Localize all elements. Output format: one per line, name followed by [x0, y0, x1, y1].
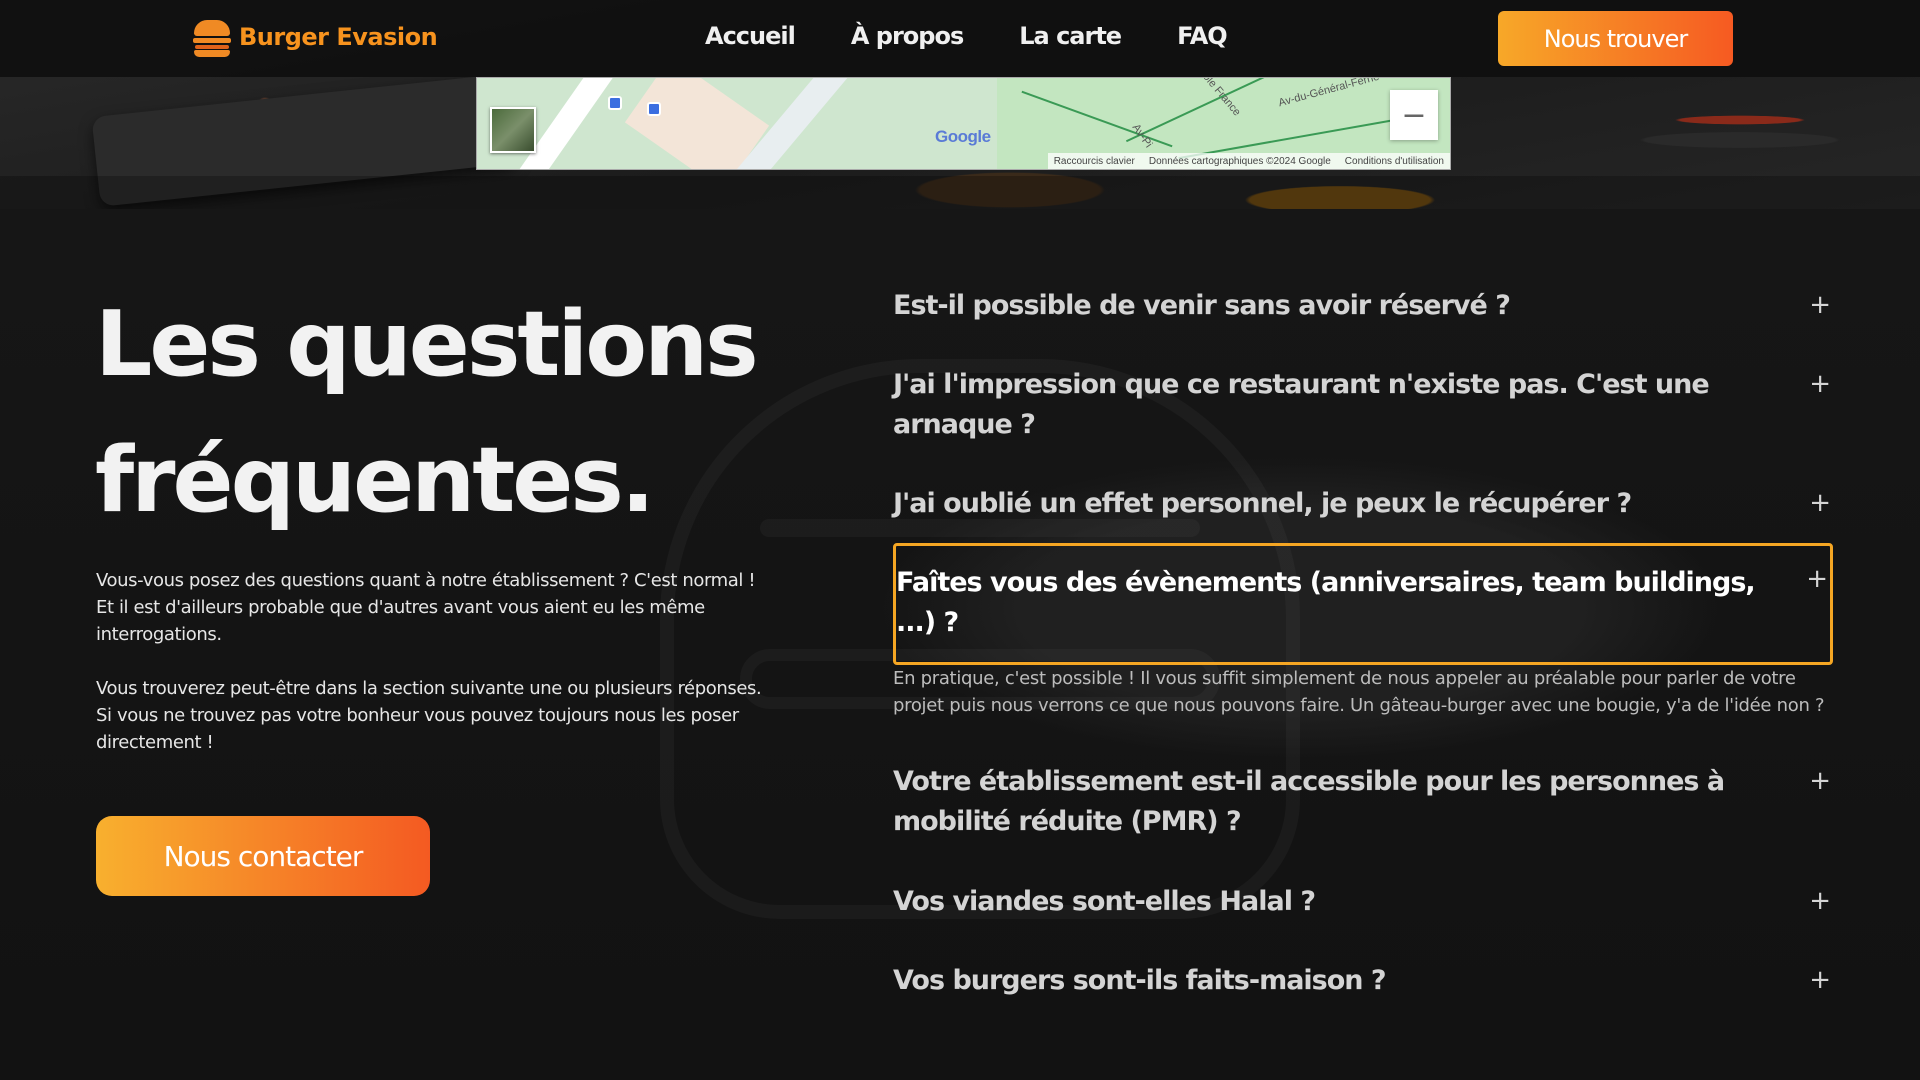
faq-question[interactable]: Vos viandes sont-elles Halal ?	[893, 882, 1833, 922]
bus-stop-icon[interactable]	[608, 96, 622, 110]
navbar: Burger Evasion Accueil À propos La carte…	[0, 0, 1920, 77]
faq-item-open[interactable]: Faîtes vous des évènements (anniversaire…	[893, 543, 1833, 665]
burger-icon	[193, 17, 231, 57]
intro-paragraph: Vous trouverez peut-être dans la section…	[96, 678, 762, 753]
expand-plus-icon[interactable]: +	[1809, 290, 1831, 320]
faq-answer: En pratique, c'est possible ! Il vous su…	[893, 668, 1825, 716]
nav-link-accueil[interactable]: Accueil	[705, 22, 796, 50]
faq-item[interactable]: Vos viandes sont-elles Halal ? +	[893, 882, 1833, 922]
faq-section: Les questions fréquentes. Vous-vous pose…	[0, 209, 1920, 1080]
nav-link-la-carte[interactable]: La carte	[1019, 22, 1122, 50]
brand-name: Burger Evasion	[239, 23, 438, 51]
bus-stop-icon[interactable]	[647, 102, 661, 116]
google-logo: Google	[935, 127, 991, 146]
faq-question[interactable]: Faîtes vous des évènements (anniversaire…	[896, 546, 1830, 643]
faq-question[interactable]: Vos burgers sont-ils faits-maison ?	[893, 961, 1833, 1001]
nav-link-a-propos[interactable]: À propos	[851, 22, 964, 50]
satellite-view-toggle[interactable]	[490, 107, 536, 153]
faq-item[interactable]: J'ai l'impression que ce restaurant n'ex…	[893, 365, 1833, 445]
faq-item[interactable]: Est-il possible de venir sans avoir rése…	[893, 286, 1833, 326]
expand-plus-icon[interactable]: +	[1809, 766, 1831, 796]
faq-item[interactable]: J'ai oublié un effet personnel, je peux …	[893, 484, 1833, 524]
nav-link-faq[interactable]: FAQ	[1177, 22, 1228, 50]
faq-item[interactable]: Vos burgers sont-ils faits-maison ? +	[893, 961, 1833, 1001]
faq-question[interactable]: Est-il possible de venir sans avoir rése…	[893, 286, 1833, 326]
brand-logo-link[interactable]: Burger Evasion	[193, 17, 438, 57]
map-zoom-out-button[interactable]: −	[1390, 90, 1438, 140]
hero-bottom-shade	[0, 176, 1920, 209]
expand-plus-icon[interactable]: +	[1809, 488, 1831, 518]
faq-question[interactable]: J'ai l'impression que ce restaurant n'ex…	[893, 365, 1833, 445]
section-intro: Vous-vous posez des questions quant à no…	[96, 567, 776, 783]
map-keyboard-shortcuts-link[interactable]: Raccourcis clavier	[1054, 156, 1135, 167]
section-title-line1: Les questions	[95, 292, 759, 397]
contact-us-button[interactable]: Nous contacter	[96, 816, 430, 896]
map-attribution: Raccourcis clavier Données cartographiqu…	[1047, 153, 1450, 169]
find-us-button[interactable]: Nous trouver	[1498, 11, 1733, 66]
expand-plus-icon[interactable]: +	[1809, 369, 1831, 399]
faq-item[interactable]: Votre établissement est-il accessible po…	[893, 762, 1833, 842]
main-menu: Accueil À propos La carte FAQ	[705, 22, 1228, 50]
google-map[interactable]: Google Anatole France Av-du-Général-Ferr…	[476, 77, 1451, 170]
section-title-line2: fréquentes.	[95, 428, 655, 533]
section-title: Les questions fréquentes.	[95, 277, 815, 549]
map-terms-link[interactable]: Conditions d'utilisation	[1345, 156, 1444, 167]
faq-question[interactable]: Votre établissement est-il accessible po…	[893, 762, 1833, 842]
expand-plus-icon[interactable]: +	[1809, 965, 1831, 995]
faq-question[interactable]: J'ai oublié un effet personnel, je peux …	[893, 484, 1833, 524]
map-data-credit: Données cartographiques ©2024 Google	[1148, 155, 1331, 167]
expand-plus-icon[interactable]: +	[1809, 886, 1831, 916]
intro-paragraph: Vous-vous posez des questions quant à no…	[96, 570, 756, 645]
collapse-plus-icon[interactable]: +	[1806, 564, 1828, 594]
